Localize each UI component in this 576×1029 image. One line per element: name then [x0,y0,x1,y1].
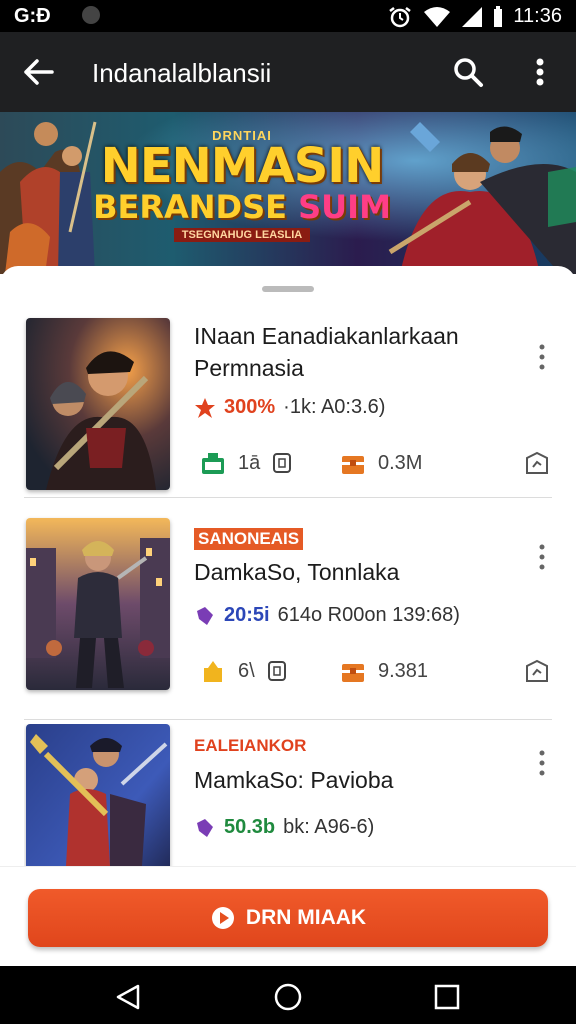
chest-icon [342,664,364,682]
game-art-image [26,518,170,690]
meta-value: 0.3M [378,451,423,474]
more-vert-icon [539,344,545,370]
gem-icon [197,606,213,625]
game-stat: 50.3b bk: A96-6) [194,816,374,839]
back-button[interactable] [20,52,60,92]
alarm-icon [389,6,412,27]
card-more-button[interactable] [532,748,552,778]
banner-title-line2: BERANDSE SUIM [92,189,392,225]
stat-value: 50.3b [224,816,276,838]
game-title-line1: MamkaSo: Pavioba [194,767,394,793]
status-left: G:Ð [14,5,101,28]
stat-value: 300% [224,396,276,418]
game-stat: 300% ·1k: A0:3.6) [194,396,385,419]
game-title-line1: INaan Eanadiakanlarkaan [194,323,459,349]
battery-icon [494,5,503,27]
share-icon [526,451,548,474]
app-bar: Indanalalblansii [0,32,576,112]
nav-home-icon[interactable] [274,983,302,1011]
status-right: 11:36 [387,5,562,28]
wifi-icon [424,6,451,27]
game-thumbnail [26,518,170,690]
card-more-button[interactable] [532,342,552,372]
share-button[interactable] [524,450,550,476]
game-title-line2: Permnasia [194,355,304,381]
game-card[interactable]: INaan Eanadiakanlarkaan Permnasia 300% ·… [24,318,552,498]
meta-value: 6\ [238,659,255,682]
meta-value: 1ā [238,451,261,474]
meta-value: 9.381 [378,659,429,682]
banner-tagline: TSEGNAHUG LEASLIA [173,228,311,242]
card-more-button[interactable] [532,542,552,572]
fire-icon [195,397,215,418]
stat-detail: 614o R00on 139:68) [277,604,460,626]
stat-detail: ·1k: A0:3.6) [283,396,386,418]
game-card[interactable]: EALEIANKOR MamkaSo: Pavioba 50.3b bk: A9… [24,724,552,866]
gem-icon [197,818,213,837]
game-stat: 20:5i 614o R00on 139:68) [194,604,460,627]
more-vert-icon [539,750,545,776]
status-time: 11:36 [513,5,562,27]
search-icon [454,58,483,87]
system-nav-bar [0,966,576,1024]
status-bar: G:Ð 11:36 [0,0,576,32]
game-tag: SANONEAIS [194,528,304,550]
more-options-button[interactable] [522,52,558,92]
bottom-action-area: DRN MIAAK [0,866,576,966]
more-vert-icon [536,58,544,86]
bottom-sheet: INaan Eanadiakanlarkaan Permnasia 300% ·… [0,266,576,866]
game-thumbnail [26,318,170,490]
search-button[interactable] [448,52,488,92]
document-icon [273,453,292,473]
play-icon [211,907,234,929]
download-button[interactable]: DRN MIAAK [28,889,548,947]
meta-item: 1ā [200,450,292,476]
gift-icon [202,453,224,474]
game-art-image [26,318,170,490]
share-icon [526,659,548,682]
game-art-image [26,724,170,866]
meta-item: 6\ [200,658,287,684]
coin-bag-icon [204,661,222,682]
stat-detail: bk: A96-6) [283,816,375,838]
download-button-label: DRN MIAAK [245,906,367,929]
sheet-drag-handle[interactable] [262,286,314,292]
game-tag: EALEIANKOR [194,736,307,755]
document-icon [267,661,286,681]
nav-back-icon[interactable] [116,984,140,1010]
chest-icon [342,456,364,474]
page-title: Indanalalblansii [92,58,272,88]
back-arrow-icon [24,59,54,85]
game-title-line1: DamkaSo, Tonnlaka [194,559,400,585]
card-divider [24,497,552,498]
banner-title-line2a: BERANDSE [93,188,287,226]
notification-icon [82,6,101,24]
banner-title-line2b: SUIM [298,188,391,226]
promo-banner[interactable]: DRNTIAI NENMASIN BERANDSE SUIM TSEGNAHUG… [0,112,576,274]
banner-title-block: DRNTIAI NENMASIN BERANDSE SUIM TSEGNAHUG… [92,128,392,243]
meta-row: 6\ 9.381 [194,658,552,692]
meta-item: 9.381 [340,658,428,684]
status-left-text: G:Ð [14,5,51,27]
meta-item: 0.3M [340,450,422,476]
card-divider [24,719,552,720]
nav-recents-icon[interactable] [434,984,460,1010]
signal-icon [462,6,483,27]
banner-title-line1: NENMASIN [100,138,385,194]
meta-row: 1ā 0.3M [194,450,552,484]
stat-value: 20:5i [224,604,270,626]
share-button[interactable] [524,658,550,684]
game-thumbnail [26,724,170,866]
game-card[interactable]: SANONEAIS DamkaSo, Tonnlaka 20:5i 614o R… [24,518,552,720]
more-vert-icon [539,544,545,570]
nav-buttons [116,983,460,1011]
